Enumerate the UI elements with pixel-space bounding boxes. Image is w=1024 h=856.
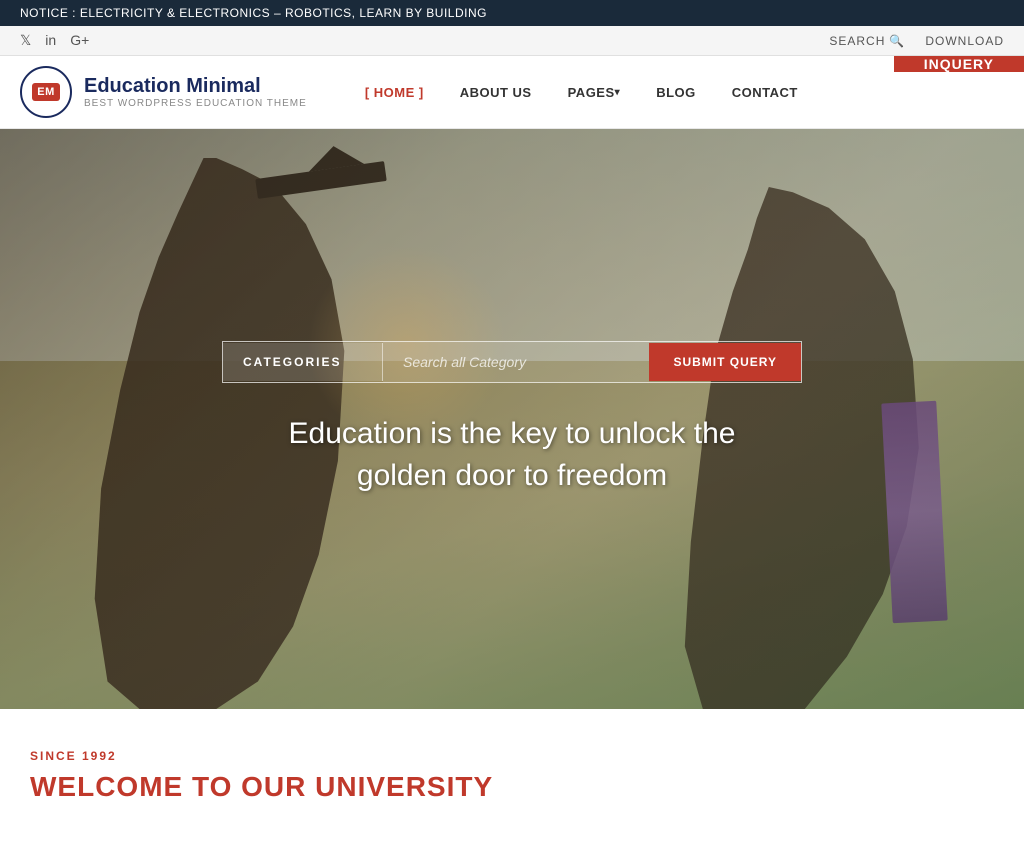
hero-section: CATEGORIES SUBMIT QUERY Education is the… xyxy=(0,129,1024,709)
inquiry-button[interactable]: INQUERY xyxy=(894,56,1024,72)
logo-area[interactable]: EM Education Minimal BEST WORDPRESS EDUC… xyxy=(0,56,327,128)
below-hero: SINCE 1992 WELCOME TO OUR UNIVERSITY xyxy=(0,709,1024,823)
search-label: SEARCH xyxy=(829,34,885,48)
logo-tagline: BEST WORDPRESS EDUCATION THEME xyxy=(84,98,307,109)
logo-initials: EM xyxy=(32,83,60,101)
search-bar: CATEGORIES SUBMIT QUERY xyxy=(222,341,802,383)
logo-text: Education Minimal BEST WORDPRESS EDUCATI… xyxy=(84,75,307,109)
since-label: SINCE 1992 xyxy=(30,749,994,763)
search-link[interactable]: SEARCH 🔍 xyxy=(829,34,905,48)
categories-select[interactable]: CATEGORIES xyxy=(223,343,383,381)
search-input[interactable] xyxy=(383,342,649,382)
nav-about[interactable]: ABOUT US xyxy=(442,56,550,128)
nav-blog[interactable]: BLOG xyxy=(638,56,714,128)
top-bar: 𝕏 in G+ SEARCH 🔍 DOWNLOAD xyxy=(0,26,1024,56)
googleplus-icon[interactable]: G+ xyxy=(70,32,89,49)
search-icon: 🔍 xyxy=(889,34,905,48)
nav-home[interactable]: [ HOME ] xyxy=(347,56,442,128)
welcome-heading: WELCOME TO OUR UNIVERSITY xyxy=(30,771,994,803)
hero-content: CATEGORIES SUBMIT QUERY Education is the… xyxy=(0,129,1024,709)
top-bar-right: SEARCH 🔍 DOWNLOAD xyxy=(829,34,1004,48)
main-nav: [ HOME ] ABOUT US PAGES BLOG CONTACT xyxy=(347,56,816,128)
logo-badge: EM xyxy=(20,66,72,118)
submit-query-button[interactable]: SUBMIT QUERY xyxy=(649,343,801,381)
notice-bar: NOTICE : ELECTRICITY & ELECTRONICS – ROB… xyxy=(0,0,1024,26)
download-link[interactable]: DOWNLOAD xyxy=(925,34,1004,48)
logo-name: Education Minimal xyxy=(84,75,307,98)
notice-text: NOTICE : ELECTRICITY & ELECTRONICS – ROB… xyxy=(20,6,487,20)
hero-quote: Education is the key to unlock the golde… xyxy=(252,413,772,497)
social-icons: 𝕏 in G+ xyxy=(20,32,89,49)
header: EM Education Minimal BEST WORDPRESS EDUC… xyxy=(0,56,1024,129)
twitter-icon[interactable]: 𝕏 xyxy=(20,32,31,49)
nav-pages[interactable]: PAGES xyxy=(550,56,639,128)
nav-contact[interactable]: CONTACT xyxy=(714,56,816,128)
linkedin-icon[interactable]: in xyxy=(45,32,56,49)
